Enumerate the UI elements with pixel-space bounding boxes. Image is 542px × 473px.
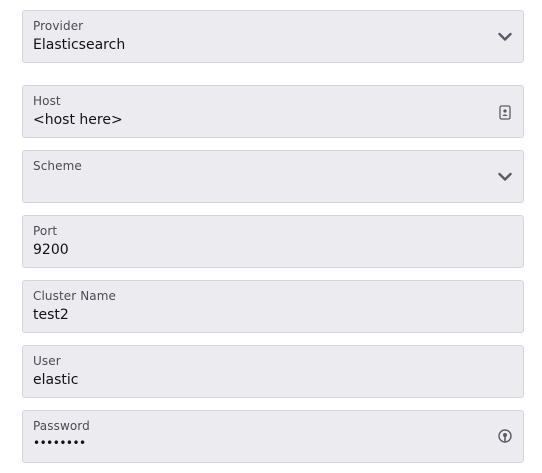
host-field[interactable]: Host <host here> bbox=[22, 85, 524, 138]
password-key-icon[interactable] bbox=[497, 429, 513, 445]
chevron-down-icon[interactable] bbox=[497, 169, 513, 185]
scheme-label: Scheme bbox=[33, 159, 82, 173]
port-field[interactable]: Port 9200 bbox=[22, 215, 524, 268]
password-label: Password bbox=[33, 419, 90, 433]
cluster-name-input[interactable]: test2 bbox=[33, 307, 69, 323]
contact-card-icon[interactable] bbox=[497, 104, 513, 120]
provider-select[interactable]: Provider Elasticsearch bbox=[22, 10, 524, 63]
port-input[interactable]: 9200 bbox=[33, 242, 69, 258]
password-input[interactable]: •••••••• bbox=[33, 436, 86, 450]
password-field[interactable]: Password •••••••• bbox=[22, 410, 524, 463]
provider-label: Provider bbox=[33, 19, 84, 33]
provider-value: Elasticsearch bbox=[33, 37, 126, 53]
host-label: Host bbox=[33, 94, 61, 108]
chevron-down-icon[interactable] bbox=[497, 29, 513, 45]
user-label: User bbox=[33, 354, 61, 368]
scheme-select[interactable]: Scheme bbox=[22, 150, 524, 203]
user-input[interactable]: elastic bbox=[33, 372, 78, 388]
port-label: Port bbox=[33, 224, 58, 238]
cluster-name-field[interactable]: Cluster Name test2 bbox=[22, 280, 524, 333]
cluster-name-label: Cluster Name bbox=[33, 289, 117, 303]
user-field[interactable]: User elastic bbox=[22, 345, 524, 398]
host-input[interactable]: <host here> bbox=[33, 112, 123, 128]
